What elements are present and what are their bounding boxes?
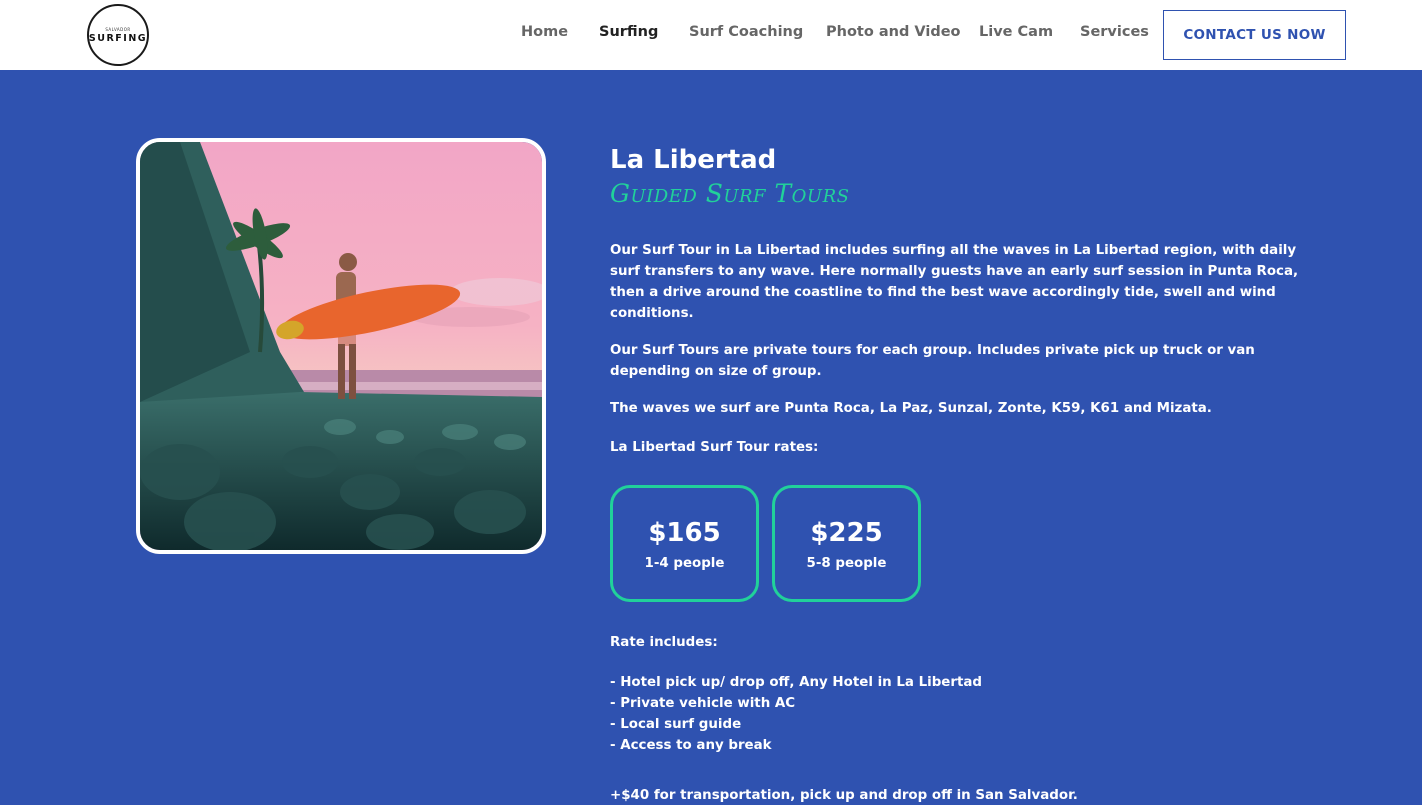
rate-people: 5-8 people xyxy=(806,556,887,571)
nav-item-photo-video[interactable]: Photo and Video xyxy=(826,24,961,40)
list-item: - Hotel pick up/ drop off, Any Hotel in … xyxy=(610,675,983,690)
contact-us-button[interactable]: CONTACT US NOW xyxy=(1163,10,1346,60)
surfer-photo xyxy=(136,138,546,554)
waves-paragraph: The waves we surf are Punta Roca, La Paz… xyxy=(610,401,1212,416)
description-paragraph: Our Surf Tours are private tours for eac… xyxy=(610,343,1255,379)
rates-label: La Libertad Surf Tour rates: xyxy=(610,440,819,455)
site-logo[interactable]: SALVADOR SURFING xyxy=(87,4,149,66)
nav-item-services[interactable]: Services xyxy=(1080,24,1149,40)
description-paragraph: Our Surf Tour in La Libertad includes su… xyxy=(610,243,1299,321)
page-title: La Libertad xyxy=(610,145,777,175)
rate-card: $165 1-4 people xyxy=(610,485,759,602)
nav-item-surfing[interactable]: Surfing xyxy=(599,24,658,40)
nav-item-live-cam[interactable]: Live Cam xyxy=(979,24,1053,40)
page-subtitle: Guided Surf Tours xyxy=(610,179,850,208)
rate-price: $165 xyxy=(648,518,721,548)
rate-people: 1-4 people xyxy=(644,556,725,571)
includes-list: - Hotel pick up/ drop off, Any Hotel in … xyxy=(610,672,982,756)
rate-card: $225 5-8 people xyxy=(772,485,921,602)
tour-content: La Libertad Guided Surf Tours Our Surf T… xyxy=(610,142,1300,803)
rate-cards: $165 1-4 people $225 5-8 people xyxy=(610,485,921,602)
surfer-photo-image xyxy=(140,142,542,550)
list-item: - Access to any break xyxy=(610,738,772,753)
extra-note: +$40 for transportation, pick up and dro… xyxy=(610,788,1078,803)
list-item: - Private vehicle with AC xyxy=(610,696,796,711)
logo-small-text: SALVADOR xyxy=(105,26,131,32)
nav-item-surf-coaching[interactable]: Surf Coaching xyxy=(689,24,803,40)
list-item: - Local surf guide xyxy=(610,717,742,732)
includes-label: Rate includes: xyxy=(610,635,718,650)
nav-item-home[interactable]: Home xyxy=(521,24,568,40)
rate-price: $225 xyxy=(810,518,883,548)
logo-main-text: SURFING xyxy=(88,32,148,44)
site-header: SALVADOR SURFING Home Surfing Surf Coach… xyxy=(0,0,1422,70)
